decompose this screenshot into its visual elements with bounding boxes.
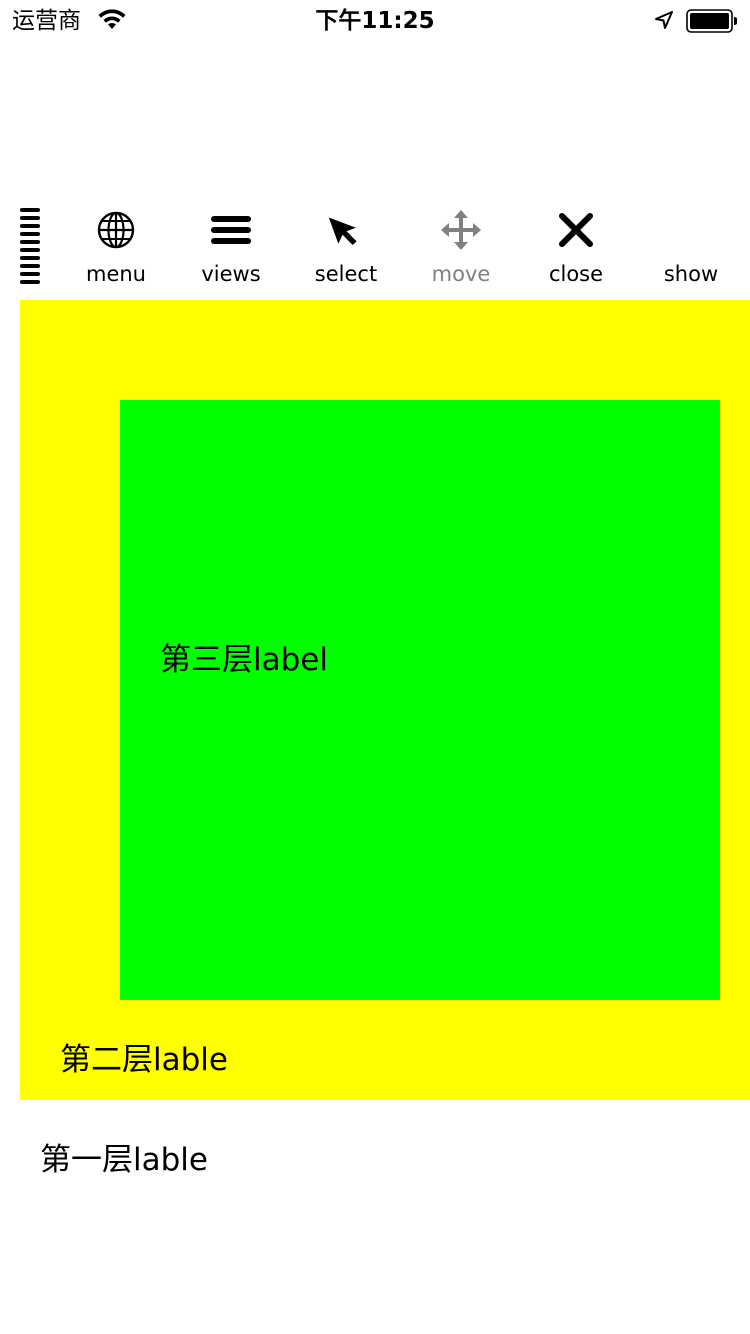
globe-icon [97, 211, 135, 249]
menu-label: menu [86, 262, 146, 286]
show-label: show [663, 262, 719, 286]
battery-icon [686, 9, 737, 33]
move-arrows-icon [441, 210, 481, 250]
views-button[interactable]: views [176, 200, 286, 292]
close-x-icon [559, 213, 593, 247]
cursor-arrow-icon [328, 217, 357, 245]
select-button[interactable]: select [291, 200, 401, 292]
second-layer-label: 第二层lable [60, 1042, 228, 1078]
hamburger-icon [211, 216, 251, 244]
show-button[interactable]: show [636, 200, 746, 292]
third-layer-label: 第三层label [160, 642, 328, 678]
move-label: move [431, 262, 491, 286]
drag-grip-icon[interactable] [20, 206, 40, 284]
status-bar: 运营商 下午11:25 [0, 0, 750, 40]
menu-button[interactable]: menu [61, 200, 171, 292]
select-label: select [314, 262, 378, 286]
move-button[interactable]: move [406, 200, 516, 292]
close-label: close [548, 262, 604, 286]
toolbar: menu views select move close show [0, 200, 750, 300]
third-layer-view: 第三层label [120, 400, 720, 1000]
close-button[interactable]: close [521, 200, 631, 292]
views-label: views [201, 262, 261, 286]
first-layer-label: 第一层lable [40, 1142, 208, 1178]
status-time: 下午11:25 [315, 8, 435, 34]
location-arrow-icon [655, 11, 673, 29]
second-layer-view: 第三层label 第二层lable [20, 300, 750, 1100]
